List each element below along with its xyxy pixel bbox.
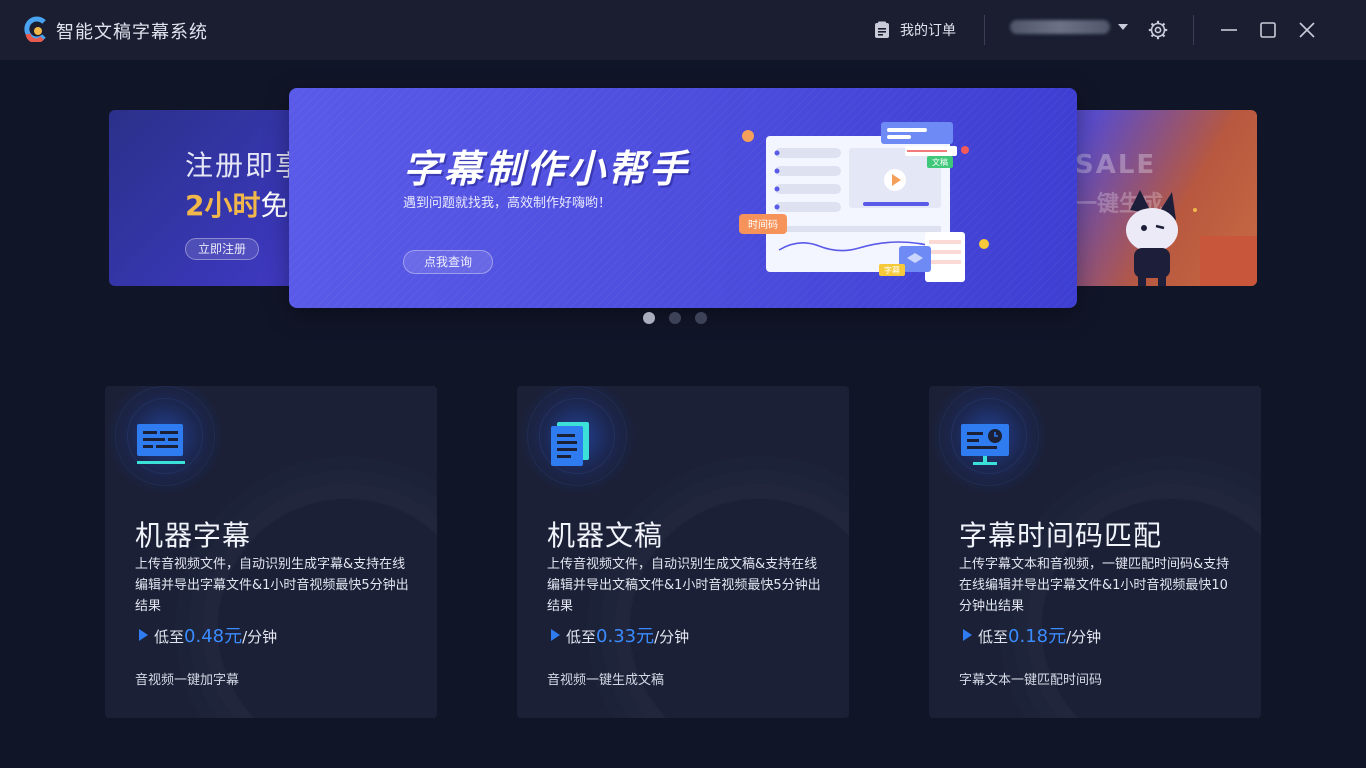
gear-icon	[1148, 20, 1168, 40]
banner-left-line2: 2小时免	[185, 184, 289, 224]
price-prefix: 低至	[566, 628, 597, 646]
card-subtitle-timecode[interactable]: 字幕时间码匹配 上传字幕文本和音视频，一键匹配时间码&支持在线编辑并导出字幕文件…	[929, 386, 1261, 718]
price-prefix: 低至	[154, 628, 185, 646]
close-button[interactable]	[1295, 18, 1319, 42]
subtitle-lines-icon	[137, 424, 185, 464]
close-icon	[1299, 22, 1315, 38]
banner-left-highlight: 2小时	[185, 189, 261, 222]
editor-illustration: 文稿 时间码 字幕	[739, 122, 989, 282]
price-suffix: /分钟	[1066, 628, 1102, 646]
card-action: 字幕文本一键匹配时间码	[959, 673, 1103, 688]
my-orders-label: 我的订单	[900, 23, 956, 39]
mascot-illustration	[1126, 190, 1257, 286]
banner-main-subtitle: 遇到问题就找我，高效制作好嗨哟！	[403, 196, 612, 211]
banner-left-line1: 注册即享	[185, 149, 306, 182]
play-triangle-icon	[963, 629, 972, 641]
carousel-dots	[643, 312, 707, 324]
card-description: 上传音视频文件，自动识别生成文稿&支持在线编辑并导出文稿文件&1小时音视频最快5…	[547, 557, 821, 614]
tag-subtitle-text: 字幕	[884, 265, 900, 275]
card-title: 机器文稿	[547, 519, 664, 552]
document-icon	[551, 422, 589, 466]
card-machine-subtitle[interactable]: 机器字幕 上传音视频文件，自动识别生成字幕&支持在线编辑并导出字幕文件&1小时音…	[105, 386, 437, 718]
card-price: 低至 0.33元/分钟	[551, 622, 689, 648]
divider	[1193, 15, 1194, 45]
carousel-dot-2[interactable]	[669, 312, 681, 324]
play-triangle-icon	[551, 629, 560, 641]
maximize-icon	[1260, 22, 1276, 38]
tag-doc-text: 文稿	[932, 157, 948, 167]
price-prefix: 低至	[978, 628, 1009, 646]
card-action: 音视频一键生成文稿	[547, 673, 665, 688]
divider	[984, 15, 985, 45]
card-action: 音视频一键加字幕	[135, 673, 240, 688]
card-price: 低至 0.48元/分钟	[139, 622, 277, 648]
user-account-dropdown[interactable]	[1010, 20, 1128, 34]
tag-timecode-text: 时间码	[748, 218, 778, 231]
banner-subtitle-helper[interactable]: 字幕制作小帮手 遇到问题就找我，高效制作好嗨哟！ 点我查询 文稿 时间码 字幕	[289, 88, 1077, 308]
settings-button[interactable]	[1146, 18, 1170, 42]
card-title: 字幕时间码匹配	[959, 519, 1163, 552]
minimize-icon	[1221, 29, 1237, 31]
app-logo-icon	[24, 16, 46, 42]
price-suffix: /分钟	[654, 628, 690, 646]
my-orders-button[interactable]: 我的订单	[874, 20, 956, 40]
query-button[interactable]: 点我查询	[403, 250, 493, 274]
price-value: 0.48元	[184, 626, 243, 647]
minimize-button[interactable]	[1217, 18, 1241, 42]
play-triangle-icon	[139, 629, 148, 641]
username-blurred	[1010, 20, 1110, 34]
banner-left-rest: 免	[260, 189, 289, 222]
price-value: 0.18元	[1008, 626, 1067, 647]
banner-right-sale: SALE	[1075, 150, 1157, 180]
monitor-clock-icon	[961, 424, 1009, 465]
carousel-dot-3[interactable]	[695, 312, 707, 324]
card-title: 机器字幕	[135, 519, 252, 552]
card-price: 低至 0.18元/分钟	[963, 622, 1101, 648]
banner-main-title: 字幕制作小帮手	[403, 147, 691, 191]
card-machine-transcript[interactable]: 机器文稿 上传音视频文件，自动识别生成文稿&支持在线编辑并导出文稿文件&1小时音…	[517, 386, 849, 718]
title-bar: 智能文稿字幕系统 我的订单	[0, 0, 1366, 60]
register-now-button[interactable]: 立即注册	[185, 238, 259, 260]
app-title: 智能文稿字幕系统	[56, 22, 208, 43]
carousel-dot-1[interactable]	[643, 312, 655, 324]
clipboard-icon	[875, 21, 889, 38]
maximize-button[interactable]	[1256, 18, 1280, 42]
price-value: 0.33元	[596, 626, 655, 647]
chevron-down-icon	[1118, 24, 1128, 30]
card-description: 上传音视频文件，自动识别生成字幕&支持在线编辑并导出字幕文件&1小时音视频最快5…	[135, 557, 409, 614]
price-suffix: /分钟	[242, 628, 278, 646]
card-description: 上传字幕文本和音视频，一键匹配时间码&支持在线编辑并导出字幕文件&1小时音视频最…	[959, 557, 1230, 614]
